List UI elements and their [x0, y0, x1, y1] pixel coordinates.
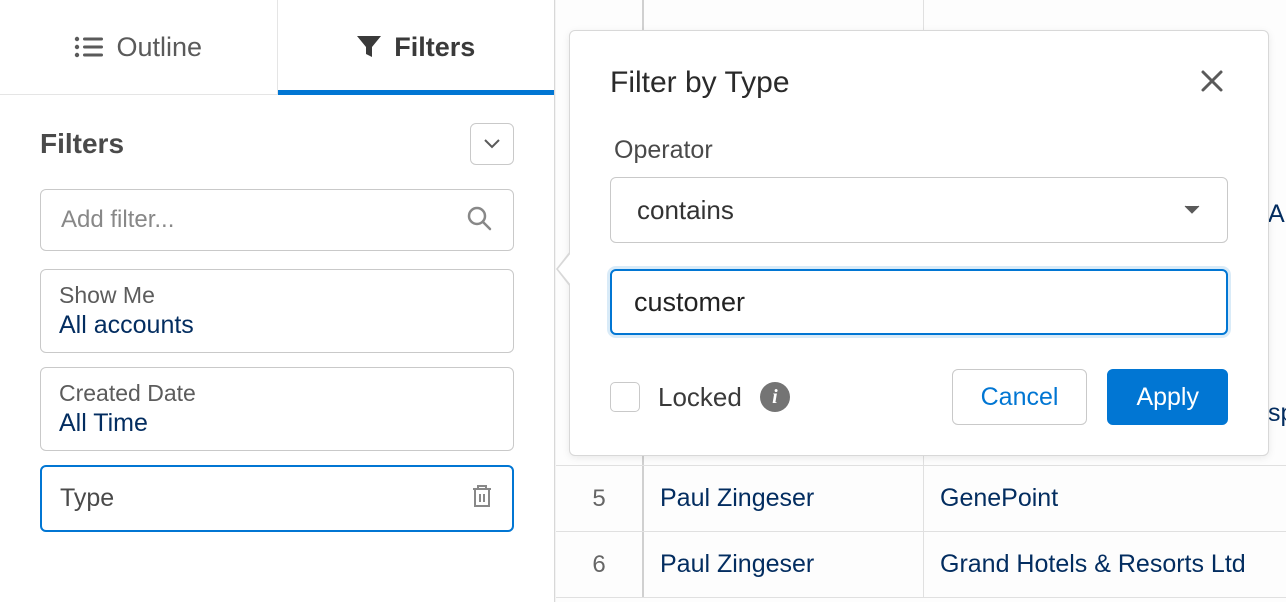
popover-footer: Locked i Cancel Apply — [610, 369, 1228, 425]
filters-title: Filters — [40, 128, 124, 160]
sidebar-tabs: Outline Filters — [0, 0, 554, 95]
tab-outline[interactable]: Outline — [0, 0, 278, 94]
table-row[interactable]: 6 Paul Zingeser Grand Hotels & Resorts L… — [556, 532, 1286, 598]
filter-card-value: All accounts — [59, 311, 495, 340]
cancel-button[interactable]: Cancel — [952, 369, 1088, 425]
table-row[interactable]: 5 Paul Zingeser GenePoint — [556, 466, 1286, 532]
account-cell[interactable]: Grand Hotels & Resorts Ltd — [924, 532, 1286, 597]
account-cell[interactable]: GenePoint — [924, 466, 1286, 531]
filter-card-label: Type — [60, 484, 114, 513]
row-number: 6 — [556, 532, 644, 597]
close-icon — [1200, 69, 1224, 93]
search-icon — [465, 204, 493, 237]
locked-checkbox[interactable] — [610, 382, 640, 412]
tab-filters-label: Filters — [394, 32, 475, 63]
operator-select[interactable]: contains — [610, 177, 1228, 243]
filters-header: Filters — [40, 123, 514, 165]
filter-value-input[interactable] — [610, 269, 1228, 335]
operator-label: Operator — [610, 136, 1228, 165]
tab-filters[interactable]: Filters — [278, 0, 555, 94]
add-filter-input[interactable] — [61, 206, 465, 234]
filter-card-created-date[interactable]: Created Date All Time — [40, 367, 514, 451]
filter-card-showme[interactable]: Show Me All accounts — [40, 269, 514, 353]
locked-area: Locked i — [610, 382, 790, 413]
info-icon[interactable]: i — [760, 382, 790, 412]
operator-value: contains — [637, 195, 734, 226]
filters-menu-button[interactable] — [470, 123, 514, 165]
filters-body: Filters Show Me All accounts Created Dat… — [0, 95, 554, 574]
filter-card-label: Created Date — [59, 380, 495, 407]
filter-card-type[interactable]: Type — [40, 465, 514, 532]
row-number: 5 — [556, 466, 644, 531]
tab-outline-label: Outline — [116, 32, 202, 63]
chevron-down-icon — [1183, 204, 1201, 216]
filter-icon — [356, 34, 382, 60]
owner-cell[interactable]: Paul Zingeser — [644, 466, 924, 531]
sidebar-panel: Outline Filters Filters — [0, 0, 555, 602]
locked-label: Locked — [658, 382, 742, 413]
owner-cell[interactable]: Paul Zingeser — [644, 532, 924, 597]
filter-card-value: All Time — [59, 409, 495, 438]
filter-card-label: Show Me — [59, 282, 495, 309]
cut-off-text: A sp — [1268, 200, 1286, 428]
filter-popover: Filter by Type Operator contains Locked … — [569, 30, 1269, 456]
chevron-down-icon — [484, 139, 500, 149]
outline-icon — [74, 35, 104, 59]
add-filter-box[interactable] — [40, 189, 514, 251]
footer-buttons: Cancel Apply — [952, 369, 1228, 425]
trash-icon[interactable] — [470, 483, 494, 514]
popover-header: Filter by Type — [610, 65, 1228, 100]
popover-title: Filter by Type — [610, 66, 790, 100]
close-button[interactable] — [1196, 65, 1228, 100]
apply-button[interactable]: Apply — [1107, 369, 1228, 425]
